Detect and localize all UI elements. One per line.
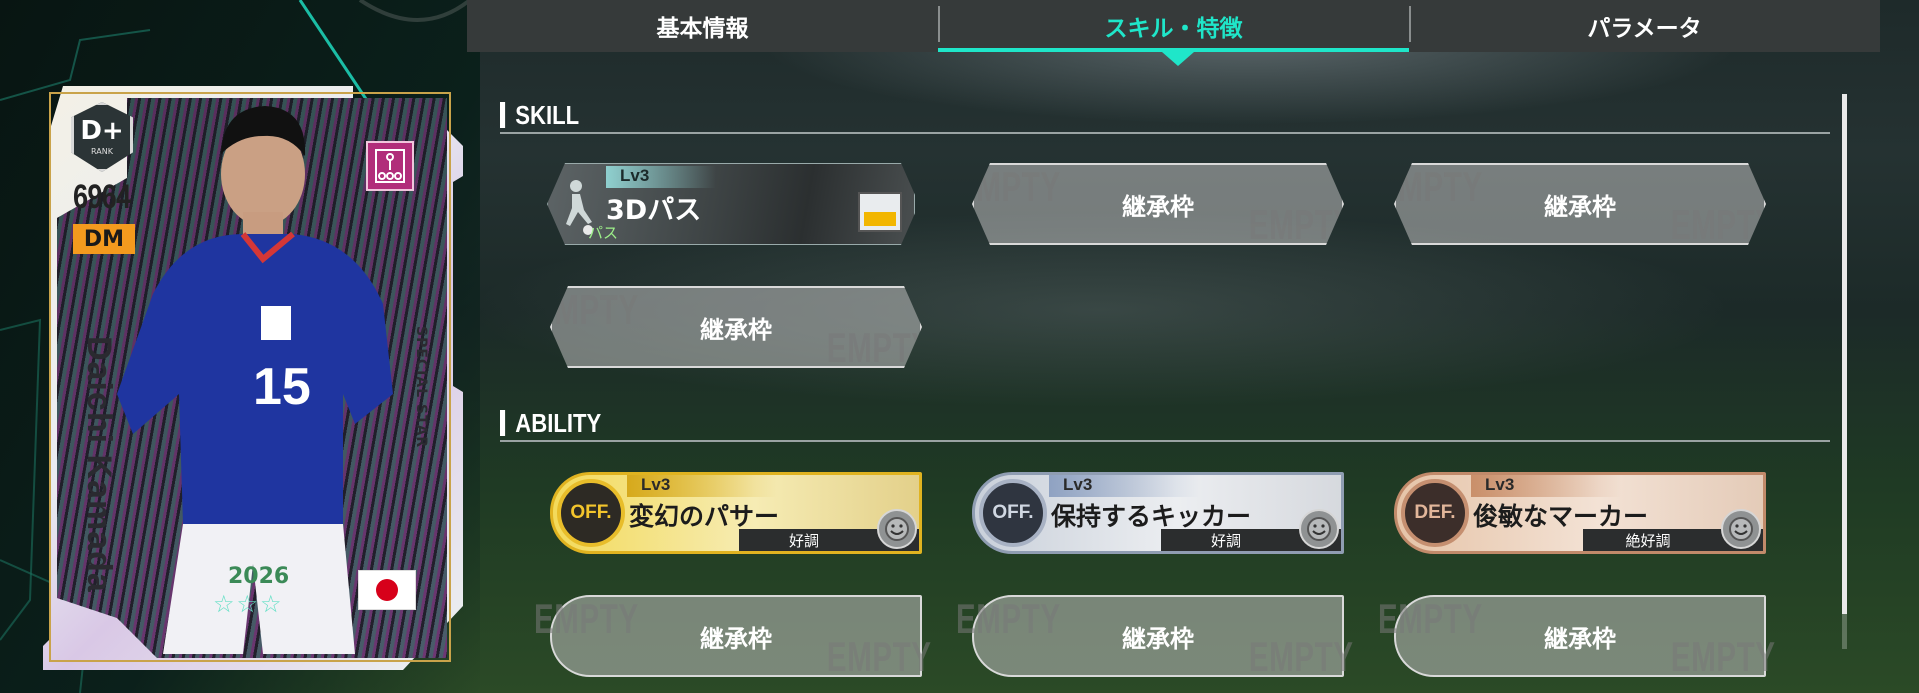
tab-skills-traits[interactable]: スキル・特徴 [938,0,1409,52]
smile-face-icon [1299,509,1339,549]
ability-section-divider [500,440,1830,442]
ability-level: Lv3 [627,475,777,497]
skill-name: 3Dパス [606,195,702,226]
skill-slot-1[interactable]: Lv3 3Dパス パス [547,163,915,245]
star-rating: ☆☆☆ [213,590,284,618]
smile-face-icon [877,509,917,549]
inherit-slot-label: 継承枠 [700,624,772,653]
japan-flag-icon [358,570,416,610]
ability-name: 変幻のパサー [629,502,780,531]
ability-slot-6[interactable]: EMPTY EMPTY 継承枠 [1378,595,1775,680]
tab-parameters[interactable]: パラメータ [1409,0,1880,52]
offense-badge-icon: OFF. [557,479,625,547]
position-badge: DM [73,224,135,254]
player-card[interactable]: 15 D+ RANK 6964 DM Daichi Kamada SPECIAL… [43,86,463,670]
ability-level: Lv3 [1471,475,1621,497]
empty-watermark: EMPTY [534,595,639,642]
inherit-slot-label: 継承枠 [1544,624,1616,653]
skill-slot-3[interactable]: EMPTY EMPTY 継承枠 [1394,163,1766,245]
tab-basic-info[interactable]: 基本情報 [467,0,938,52]
card-type-label: SPECIAL STAR [413,326,429,449]
empty-watermark: EMPTY [1378,595,1483,642]
offense-badge-icon: OFF. [979,479,1047,547]
empty-watermark: EMPTY [956,595,1061,642]
ability-slot-3[interactable]: DEF. Lv3 俊敏なマーカー 絶好調 [1394,472,1766,554]
formation-icon [366,141,414,191]
ability-name: 俊敏なマーカー [1473,502,1649,531]
active-tab-pointer [1162,52,1194,66]
ability-slot-2[interactable]: OFF. Lv3 保持するキッカー 好調 [972,472,1344,554]
tab-bar: 基本情報 スキル・特徴 パラメータ [467,0,1880,52]
player-name: Daichi Kamada [80,336,118,593]
skill-category: パス [588,224,619,242]
svg-text:15: 15 [253,358,311,416]
rank-label: RANK [91,147,113,156]
skill-section-title: SKILL [500,100,579,131]
smile-face-icon [1721,509,1761,549]
ability-slot-1[interactable]: OFF. Lv3 変幻のパサー 好調 [550,472,922,554]
empty-watermark: EMPTY [827,633,932,680]
empty-watermark: EMPTY [1671,633,1776,680]
scrollbar-thumb[interactable] [1842,94,1847,614]
skill-slot-4[interactable]: EMPTY EMPTY 継承枠 [550,286,922,368]
inherit-slot-label: 継承枠 [1122,192,1194,221]
ability-section-title: ABILITY [500,408,601,439]
ability-name: 保持するキッカー [1051,502,1252,531]
skill-level: Lv3 [606,166,716,188]
ability-level: Lv3 [1049,475,1199,497]
skill-slot-2[interactable]: EMPTY EMPTY 継承枠 [972,163,1344,245]
overall-rating: 6964 [73,178,131,216]
defense-badge-icon: DEF. [1401,479,1469,547]
empty-watermark: EMPTY [1249,633,1354,680]
ability-slot-4[interactable]: EMPTY EMPTY 継承枠 [534,595,931,680]
pitch-position-icon [858,192,902,232]
inherit-slot-label: 継承枠 [700,315,772,344]
ability-slot-5[interactable]: EMPTY EMPTY 継承枠 [956,595,1353,680]
inherit-slot-label: 継承枠 [1122,624,1194,653]
season-year: 2026 [228,564,290,589]
rank-value: D+ [80,116,124,146]
skill-section-divider [500,132,1830,134]
inherit-slot-label: 継承枠 [1544,192,1616,221]
